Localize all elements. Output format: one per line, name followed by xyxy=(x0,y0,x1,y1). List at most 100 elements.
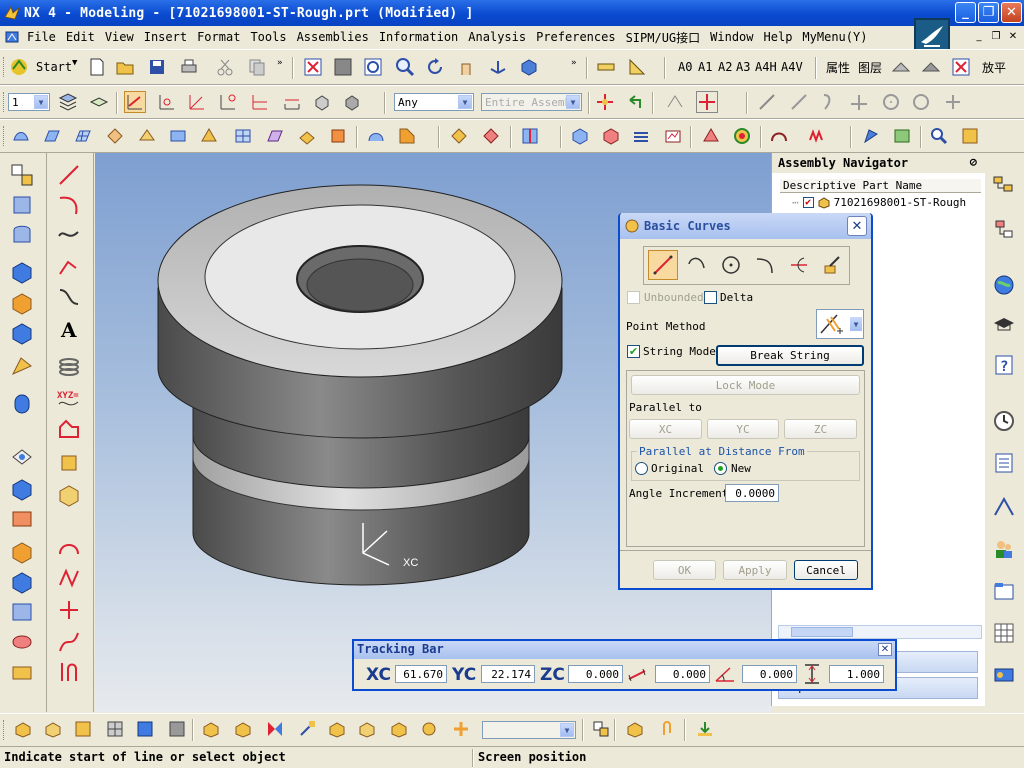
wcs-icon[interactable] xyxy=(487,56,509,78)
circle-center-icon[interactable] xyxy=(880,91,902,113)
move-to-layer-icon[interactable] xyxy=(88,91,110,113)
drafting-angle-icon[interactable] xyxy=(626,56,648,78)
sheet-a2-button[interactable]: A2 xyxy=(718,60,732,74)
delta-checkbox[interactable] xyxy=(704,291,717,304)
assembly-add-icon[interactable] xyxy=(12,718,34,740)
mate-icon[interactable] xyxy=(326,718,348,740)
pocket-icon[interactable] xyxy=(7,505,37,533)
cylinder-feature-icon[interactable] xyxy=(7,289,37,317)
shaded-view-icon[interactable] xyxy=(332,56,354,78)
print-icon[interactable] xyxy=(178,56,200,78)
split-icon[interactable] xyxy=(519,125,541,147)
sheet-a4h-button[interactable]: A4H xyxy=(755,60,777,74)
ruled-icon[interactable] xyxy=(136,125,158,147)
section-icon[interactable] xyxy=(569,125,591,147)
select-icon[interactable] xyxy=(124,91,146,113)
assembly-mate-icon[interactable] xyxy=(72,718,94,740)
sphere-icon[interactable] xyxy=(7,353,37,381)
layer-settings-icon[interactable] xyxy=(57,91,79,113)
arc-curve-icon[interactable] xyxy=(768,125,790,147)
solid-icon[interactable] xyxy=(311,91,333,113)
snap-point-icon[interactable] xyxy=(594,91,616,113)
grid-surface-icon[interactable] xyxy=(232,125,254,147)
circle-type-button[interactable] xyxy=(716,250,746,280)
rotate-icon[interactable] xyxy=(424,56,446,78)
part-navigator-tab-icon[interactable] xyxy=(990,217,1018,245)
string-mode-checkbox[interactable]: ✔ xyxy=(627,345,640,358)
trim-icon[interactable] xyxy=(198,125,220,147)
point-constructor-icon[interactable] xyxy=(696,91,718,113)
arc-type-button[interactable] xyxy=(682,250,712,280)
start-dropdown-icon[interactable]: ▼ xyxy=(72,58,77,68)
type-filter-select[interactable]: Any ▼ xyxy=(394,93,474,111)
point-method-dropdown[interactable]: ▼ xyxy=(816,309,864,339)
ok-button[interactable]: OK xyxy=(653,560,716,580)
hole-icon[interactable] xyxy=(7,443,37,471)
feature-icon[interactable] xyxy=(890,56,912,78)
curve-point-icon[interactable] xyxy=(217,91,239,113)
assembly-array-icon[interactable] xyxy=(104,718,126,740)
bridge-curve-icon[interactable] xyxy=(54,533,84,561)
offset-distance-input[interactable]: 1.000 xyxy=(829,665,884,683)
cancel-button[interactable]: Cancel xyxy=(794,560,858,580)
reuse-library-tab-icon[interactable] xyxy=(990,577,1018,605)
plus-icon[interactable] xyxy=(942,91,964,113)
fillet-curve-icon[interactable] xyxy=(54,658,84,686)
block-view-icon[interactable] xyxy=(518,56,540,78)
mdi-close-button[interactable]: ✕ xyxy=(1006,29,1020,43)
bottom-toolbar-select[interactable]: ▼ xyxy=(482,721,576,739)
web-browser-tab-icon[interactable] xyxy=(990,271,1018,299)
scope-select[interactable]: Entire Assemb ▼ xyxy=(481,93,582,111)
unbounded-checkbox[interactable] xyxy=(627,291,640,304)
sheet-a3-button[interactable]: A3 xyxy=(736,60,750,74)
curve-through-icon[interactable] xyxy=(54,283,84,311)
navigator-horizontal-scrollbar[interactable] xyxy=(778,625,982,639)
groove-icon[interactable] xyxy=(7,598,37,626)
start-icon[interactable] xyxy=(8,56,30,78)
assembly-clone-icon[interactable] xyxy=(166,718,188,740)
edit-parameters-button[interactable] xyxy=(818,250,848,280)
law-curve-icon[interactable]: XYZ= xyxy=(54,385,84,413)
sweep-icon[interactable] xyxy=(104,125,126,147)
zoom-icon[interactable] xyxy=(394,56,416,78)
sequence-icon[interactable] xyxy=(388,718,410,740)
sheet-a0-button[interactable]: A0 xyxy=(678,60,692,74)
parallel-xc-button[interactable]: XC xyxy=(629,419,702,439)
mesh-surface-icon[interactable] xyxy=(72,125,94,147)
restore-button[interactable]: ❐ xyxy=(978,2,999,23)
fillet-type-button[interactable] xyxy=(750,250,780,280)
ruler-icon[interactable] xyxy=(595,56,617,78)
solid2-icon[interactable] xyxy=(341,91,363,113)
circle-icon[interactable] xyxy=(910,91,932,113)
xc-input[interactable]: 61.670 xyxy=(395,665,447,683)
menu-assemblies[interactable]: Assemblies xyxy=(292,30,374,44)
new-file-icon[interactable] xyxy=(86,56,108,78)
point-icon[interactable] xyxy=(186,91,208,113)
zoom-window-icon[interactable] xyxy=(362,56,384,78)
cut-icon[interactable] xyxy=(214,56,236,78)
properties-icon[interactable] xyxy=(959,125,981,147)
shape-curve-icon[interactable] xyxy=(54,416,84,444)
mdi-minimize-button[interactable]: _ xyxy=(972,29,986,43)
feature2-icon[interactable] xyxy=(920,56,942,78)
dimension-icon[interactable] xyxy=(281,91,303,113)
revolve-icon[interactable] xyxy=(7,221,37,249)
palette-tab-icon[interactable] xyxy=(990,619,1018,647)
combine-curve-icon[interactable] xyxy=(54,564,84,592)
menu-view[interactable]: View xyxy=(100,30,139,44)
helix-icon[interactable] xyxy=(54,353,84,381)
assembly-navigator-tab-icon[interactable] xyxy=(990,173,1018,201)
menu-edit[interactable]: Edit xyxy=(61,30,100,44)
layer-button[interactable]: 图层 xyxy=(858,59,882,76)
perpendicular-icon[interactable] xyxy=(848,91,870,113)
assembly-replace-icon[interactable] xyxy=(134,718,156,740)
lock-mode-button[interactable]: Lock Mode xyxy=(631,375,860,395)
slot-icon[interactable] xyxy=(7,568,37,596)
open-folder-icon[interactable] xyxy=(114,56,136,78)
parallel-zc-button[interactable]: ZC xyxy=(784,419,857,439)
text-tool-icon[interactable]: A xyxy=(54,315,84,343)
menu-window[interactable]: Window xyxy=(705,30,758,44)
menu-sipm[interactable]: SIPM/UG接口 xyxy=(621,29,706,46)
history-tab-icon[interactable] xyxy=(990,407,1018,435)
thread-icon[interactable] xyxy=(7,628,37,656)
